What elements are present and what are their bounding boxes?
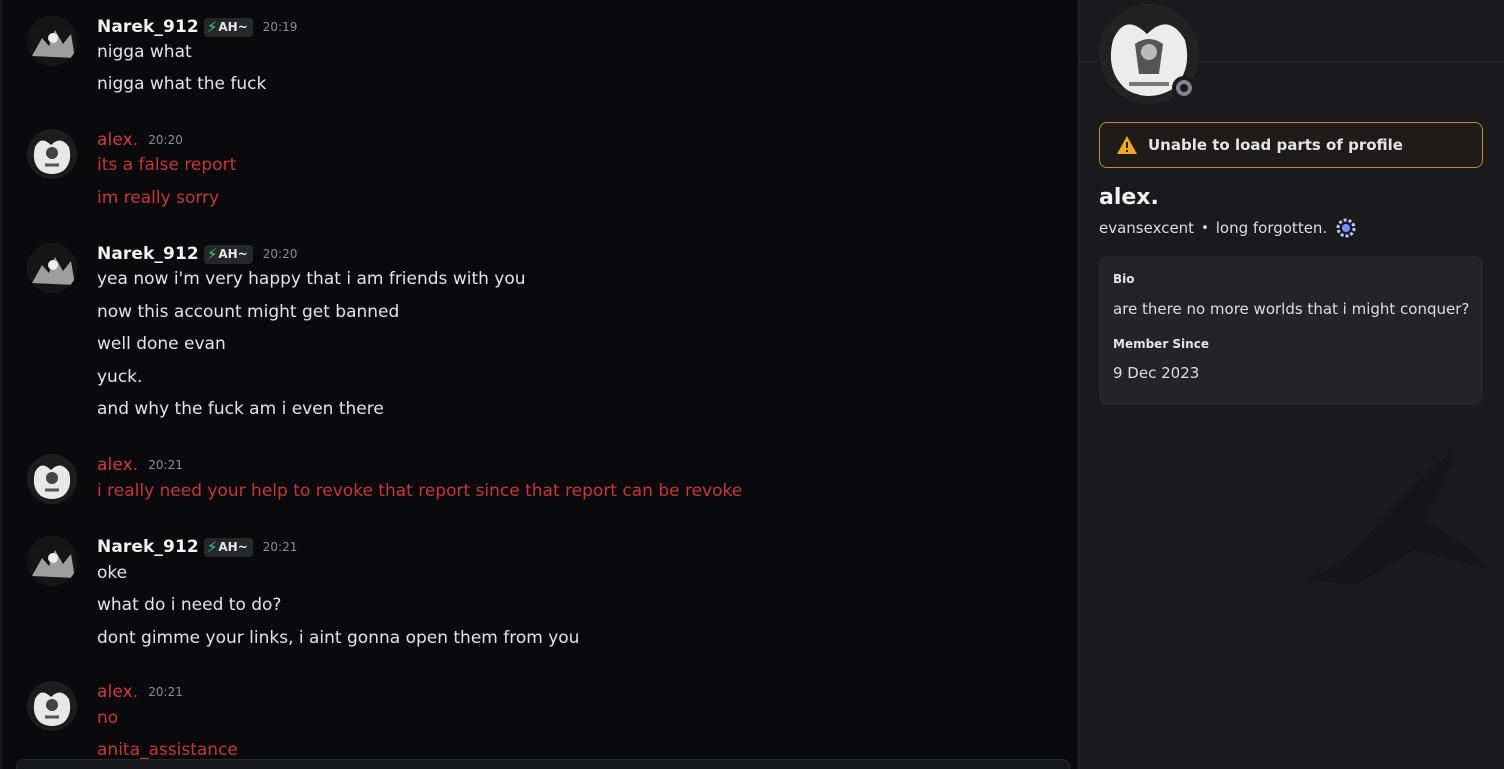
separator: • [1201,220,1209,236]
message-line: nigga what the fuck [97,74,267,94]
lightning-bolt-icon: ⚡ [206,18,218,36]
avatar[interactable] [27,536,77,586]
author-name[interactable]: Narek_912 [97,244,199,264]
avatar[interactable] [27,681,77,731]
message-line: well done evan [97,334,226,354]
timestamp: 20:21 [148,458,183,472]
bio-label: Bio [1113,272,1135,286]
author-name[interactable]: alex. [97,455,138,475]
user-tag-badge[interactable]: ⚡ AH~ [203,244,253,264]
bird-silhouette-icon [1304,450,1489,585]
app-window: Narek_912 ⚡ AH~ 20:19 nigga what nigga wh… [0,0,1504,769]
timestamp: 20:21 [148,685,183,699]
message-line: what do i need to do? [97,595,282,615]
profile-load-warning: Unable to load parts of profile [1099,122,1483,168]
timestamp: 20:21 [262,540,298,554]
message-line: yea now i'm very happy that i am friends… [97,269,526,289]
member-since-label: Member Since [1113,337,1209,351]
message-line: now this account might get banned [97,302,400,322]
avatar[interactable] [27,454,77,504]
user-profile-panel: Unable to load parts of profile alex. ev… [1078,0,1504,769]
member-since-date: 9 Dec 2023 [1113,364,1200,382]
author-name[interactable]: Narek_912 [97,537,199,557]
message-line: im really sorry [97,188,220,208]
offline-status-icon [1172,76,1196,100]
timestamp: 20:19 [262,20,298,34]
user-tag-badge[interactable]: ⚡ AH~ [203,17,253,37]
tag-label: AH~ [218,247,248,261]
profile-display-name: alex. [1099,185,1159,210]
author-name[interactable]: Narek_912 [97,17,199,37]
message-line: dont gimme your links, i aint gonna open… [97,628,580,648]
nitro-badge-icon[interactable] [1335,217,1357,239]
user-tag-badge[interactable]: ⚡ AH~ [203,537,253,557]
warning-icon [1117,136,1137,154]
message-line: nigga what [97,42,192,62]
profile-pronouns: long forgotten. [1215,219,1328,237]
tag-label: AH~ [218,20,248,34]
message-line: oke [97,563,128,583]
message-line: its a false report [97,155,237,175]
message-line: anita_assistance [97,740,238,760]
profile-subtitle: evansexcent • long forgotten. [1099,217,1357,239]
message-line: i really need your help to revoke that r… [97,481,743,501]
message-composer[interactable] [16,759,1070,769]
author-name[interactable]: alex. [97,682,138,702]
timestamp: 20:20 [262,247,298,261]
bio-text: are there no more worlds that i might co… [1113,300,1470,318]
author-name[interactable]: alex. [97,130,138,150]
avatar[interactable] [27,129,77,179]
message-line: no [97,708,119,728]
message-line: and why the fuck am i even there [97,399,384,419]
profile-username[interactable]: evansexcent [1099,219,1194,237]
lightning-bolt-icon: ⚡ [206,245,218,263]
chat-messages-area: Narek_912 ⚡ AH~ 20:19 nigga what nigga wh… [0,0,1078,769]
avatar[interactable] [27,243,77,293]
avatar[interactable] [27,16,77,66]
timestamp: 20:20 [148,133,183,147]
lightning-bolt-icon: ⚡ [206,538,218,556]
message-line: yuck. [97,367,143,387]
profile-info-card: Bio are there no more worlds that i migh… [1099,256,1483,405]
warning-text: Unable to load parts of profile [1148,136,1403,154]
tag-label: AH~ [218,540,248,554]
